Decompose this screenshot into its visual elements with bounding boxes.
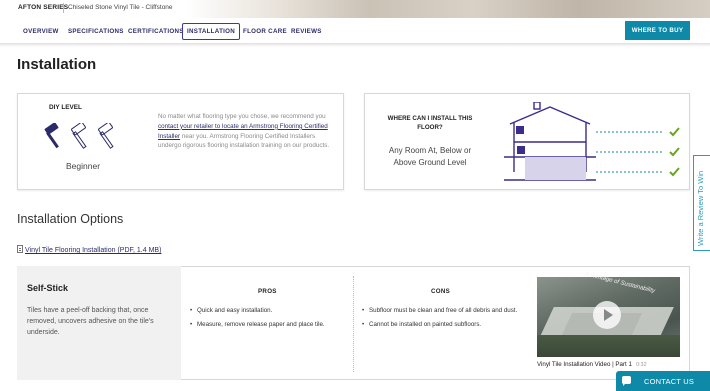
list-item: Cannot be installed on painted subfloors… bbox=[362, 320, 524, 330]
cons-list: Subfloor must be clean and free of all d… bbox=[362, 306, 524, 333]
hero-stone-texture bbox=[185, 0, 710, 18]
pdf-download-link[interactable]: Vinyl Tile Flooring Installation (PDF, 1… bbox=[17, 245, 161, 254]
install-location-answer: Any Room At, Below or Above Ground Level bbox=[388, 146, 472, 167]
tab-floor-care[interactable]: FLOOR CARE bbox=[243, 28, 287, 35]
diy-tools-rating bbox=[44, 123, 114, 149]
install-location-heading: WHERE CAN I INSTALL THIS FLOOR? bbox=[387, 115, 473, 132]
option-description: Tiles have a peel-off backing that, once… bbox=[27, 307, 154, 336]
write-review-label: Write a Review To Win bbox=[696, 170, 705, 246]
list-item: Measure, remove release paper and place … bbox=[190, 320, 348, 330]
nav-shadow bbox=[0, 44, 710, 47]
tab-specifications[interactable]: SPECIFICATIONS bbox=[68, 28, 124, 35]
contact-us-button[interactable]: CONTACT US bbox=[616, 371, 710, 391]
column-divider bbox=[353, 276, 354, 372]
play-icon[interactable] bbox=[593, 301, 621, 329]
diy-level-heading: DIY LEVEL bbox=[49, 104, 82, 111]
installation-options-title: Installation Options bbox=[17, 212, 124, 226]
product-name: Chiseled Stone Vinyl Tile - Cliffstone bbox=[68, 4, 173, 11]
tab-reviews[interactable]: REVIEWS bbox=[291, 28, 322, 35]
hammer-icon bbox=[98, 123, 114, 149]
series-divider bbox=[63, 3, 64, 13]
house-levels-diagram bbox=[504, 102, 680, 181]
tab-installation[interactable]: INSTALLATION bbox=[182, 23, 241, 40]
diy-level-value: Beginner bbox=[66, 161, 101, 171]
chat-icon bbox=[622, 376, 631, 386]
tab-overview[interactable]: OVERVIEW bbox=[23, 28, 59, 35]
video-duration: 0:32 bbox=[635, 362, 647, 368]
list-item: Subfloor must be clean and free of all d… bbox=[362, 306, 524, 316]
diy-text-before: No matter what flooring type you chose, … bbox=[158, 113, 326, 120]
list-item: Quick and easy installation. bbox=[190, 306, 348, 316]
pdf-link-label: Vinyl Tile Flooring Installation (PDF, 1… bbox=[25, 247, 162, 254]
video-title[interactable]: Vinyl Tile Installation Video | Part 1 0:… bbox=[537, 361, 647, 368]
tab-certifications[interactable]: CERTIFICATIONS bbox=[128, 28, 184, 35]
video-trees bbox=[537, 335, 680, 357]
where-to-buy-button[interactable]: WHERE TO BUY bbox=[625, 21, 690, 40]
product-nav: OVERVIEW SPECIFICATIONS CERTIFICATIONS I… bbox=[0, 18, 710, 44]
pros-list: Quick and easy installation. Measure, re… bbox=[190, 306, 348, 333]
diy-text-after: near you. Armstrong Flooring Certified I… bbox=[158, 132, 330, 150]
video-title-text: Vinyl Tile Installation Video | Part 1 bbox=[537, 361, 632, 368]
write-review-tab[interactable]: Write a Review To Win bbox=[693, 155, 710, 251]
hammer-icon bbox=[44, 123, 59, 149]
page-title: Installation bbox=[17, 56, 97, 73]
pros-heading: PROS bbox=[258, 288, 277, 295]
hammer-icon bbox=[71, 123, 87, 149]
document-icon bbox=[17, 245, 23, 253]
check-icon bbox=[669, 127, 680, 177]
series-label: AFTON SERIES bbox=[18, 4, 69, 11]
cons-heading: CONS bbox=[431, 288, 451, 295]
contact-us-label: CONTACT US bbox=[644, 377, 695, 386]
diy-description: No matter what flooring type you chose, … bbox=[158, 112, 334, 151]
option-title: Self-Stick bbox=[27, 283, 69, 293]
